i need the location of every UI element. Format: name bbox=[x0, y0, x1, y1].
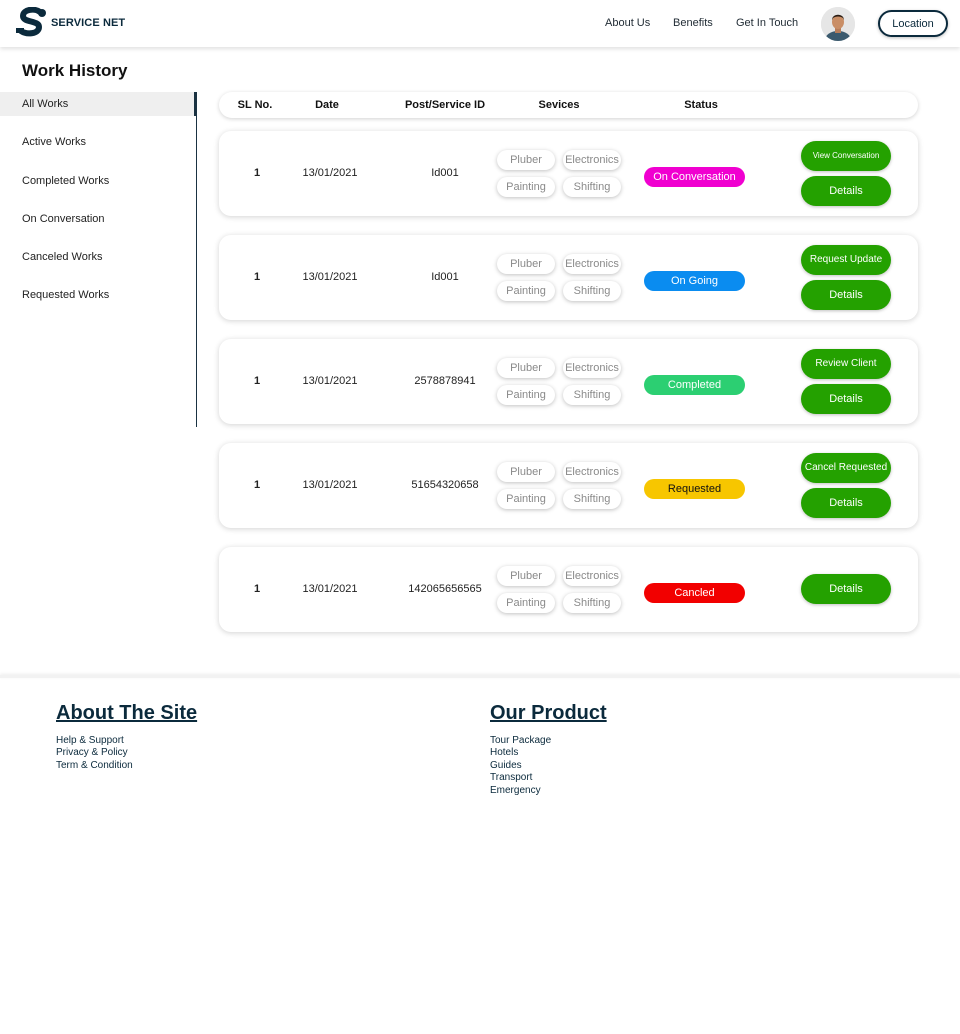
service-chip-shifting: Shifting bbox=[563, 177, 621, 197]
nav-about-us[interactable]: About Us bbox=[605, 17, 650, 29]
column-header-status: Status bbox=[684, 99, 718, 111]
service-chip-painting: Painting bbox=[497, 593, 555, 613]
row-service-id: 51654320658 bbox=[411, 479, 479, 491]
details-button[interactable]: Details bbox=[801, 488, 891, 518]
row-service-id: 142065656565 bbox=[408, 583, 482, 595]
row-sl-number: 1 bbox=[253, 479, 261, 491]
sidebar-item-completed-works[interactable]: Completed Works bbox=[0, 169, 196, 193]
row-service-id: Id001 bbox=[431, 271, 459, 283]
user-avatar[interactable] bbox=[821, 7, 855, 41]
service-chip-shifting: Shifting bbox=[563, 593, 621, 613]
details-button[interactable]: Details bbox=[801, 574, 891, 604]
service-chip-painting: Painting bbox=[497, 177, 555, 197]
footer-product-title: Our Product bbox=[490, 702, 607, 724]
sidebar-item-on-conversation[interactable]: On Conversation bbox=[0, 207, 196, 231]
table-header: SL No. Date Post/Service ID Sevices Stat… bbox=[219, 92, 918, 118]
sidebar-item-all-works[interactable]: All Works bbox=[0, 92, 197, 116]
footer-link-help[interactable]: Help & Support bbox=[56, 735, 124, 746]
row-date: 13/01/2021 bbox=[302, 479, 358, 491]
service-chip-plumber: Pluber bbox=[497, 566, 555, 586]
row-service-id: 2578878941 bbox=[414, 375, 476, 387]
top-header: SERVICE NET About Us Benefits Get In Tou… bbox=[0, 0, 960, 47]
service-chip-painting: Painting bbox=[497, 385, 555, 405]
column-header-date: Date bbox=[315, 99, 339, 111]
footer-link-tour-package[interactable]: Tour Package bbox=[490, 735, 551, 746]
view-conversation-button[interactable]: View Conversation bbox=[801, 141, 891, 171]
table-row: 1 13/01/2021 Id001 Pluber Electronics Paintin… bbox=[219, 131, 918, 216]
row-date: 13/01/2021 bbox=[302, 271, 358, 283]
page-title: Work History bbox=[22, 61, 128, 80]
details-button[interactable]: Details bbox=[801, 384, 891, 414]
service-chip-electronics: Electronics bbox=[563, 254, 621, 274]
table-row: 1 13/01/2021 Id001 Pluber Electronics Paintin… bbox=[219, 235, 918, 320]
column-header-id: Post/Service ID bbox=[404, 99, 486, 111]
brand-name: SERVICE NET bbox=[51, 17, 126, 29]
service-chip-shifting: Shifting bbox=[563, 281, 621, 301]
row-service-id: Id001 bbox=[431, 167, 459, 179]
sidebar-divider bbox=[196, 92, 197, 427]
details-button[interactable]: Details bbox=[801, 280, 891, 310]
footer-link-guides[interactable]: Guides bbox=[490, 760, 522, 771]
footer-link-transport[interactable]: Transport bbox=[490, 772, 532, 783]
request-update-button[interactable]: Request Update bbox=[801, 245, 891, 275]
details-button[interactable]: Details bbox=[801, 176, 891, 206]
nav-benefits[interactable]: Benefits bbox=[673, 17, 713, 29]
footer-about-title: About The Site bbox=[56, 702, 198, 724]
footer-link-privacy[interactable]: Privacy & Policy bbox=[56, 747, 128, 758]
sidebar-item-requested-works[interactable]: Requested Works bbox=[0, 283, 196, 307]
footer-link-hotels[interactable]: Hotels bbox=[490, 747, 518, 758]
logo-icon bbox=[15, 6, 49, 39]
footer-divider bbox=[0, 675, 960, 678]
row-date: 13/01/2021 bbox=[302, 167, 358, 179]
status-badge: On Conversation bbox=[644, 167, 745, 187]
column-header-services: Sevices bbox=[538, 99, 580, 111]
table-row: 1 13/01/2021 142065656565 Pluber Electronics… bbox=[219, 547, 918, 632]
service-chip-painting: Painting bbox=[497, 489, 555, 509]
service-chip-shifting: Shifting bbox=[563, 489, 621, 509]
row-sl-number: 1 bbox=[253, 375, 261, 387]
service-chip-plumber: Pluber bbox=[497, 150, 555, 170]
sidebar-item-active-works[interactable]: Active Works bbox=[0, 130, 196, 154]
service-chip-shifting: Shifting bbox=[563, 385, 621, 405]
service-chip-plumber: Pluber bbox=[497, 358, 555, 378]
service-chip-electronics: Electronics bbox=[563, 462, 621, 482]
service-chip-electronics: Electronics bbox=[563, 358, 621, 378]
status-badge: Completed bbox=[644, 375, 745, 395]
review-client-button[interactable]: Review Client bbox=[801, 349, 891, 379]
sidebar-item-canceled-works[interactable]: Canceled Works bbox=[0, 245, 196, 269]
row-sl-number: 1 bbox=[253, 271, 261, 283]
service-chip-electronics: Electronics bbox=[563, 150, 621, 170]
location-button[interactable]: Location bbox=[878, 10, 948, 37]
row-sl-number: 1 bbox=[253, 167, 261, 179]
service-chip-painting: Painting bbox=[497, 281, 555, 301]
service-chip-plumber: Pluber bbox=[497, 462, 555, 482]
brand-logo[interactable]: SERVICE NET bbox=[15, 6, 126, 39]
column-header-sl: SL No. bbox=[237, 99, 273, 111]
status-badge: On Going bbox=[644, 271, 745, 291]
footer-link-terms[interactable]: Term & Condition bbox=[56, 760, 133, 771]
service-chip-electronics: Electronics bbox=[563, 566, 621, 586]
footer-link-emergency[interactable]: Emergency bbox=[490, 785, 541, 796]
status-badge: Cancled bbox=[644, 583, 745, 603]
table-row: 1 13/01/2021 51654320658 Pluber Electronics P… bbox=[219, 443, 918, 528]
nav-get-in-touch[interactable]: Get In Touch bbox=[736, 17, 798, 29]
status-badge: Requested bbox=[644, 479, 745, 499]
table-row: 1 13/01/2021 2578878941 Pluber Electronics Pa… bbox=[219, 339, 918, 424]
service-chip-plumber: Pluber bbox=[497, 254, 555, 274]
row-date: 13/01/2021 bbox=[302, 583, 358, 595]
row-date: 13/01/2021 bbox=[302, 375, 358, 387]
row-sl-number: 1 bbox=[253, 583, 261, 595]
cancel-requested-button[interactable]: Cancel Requested bbox=[801, 453, 891, 483]
